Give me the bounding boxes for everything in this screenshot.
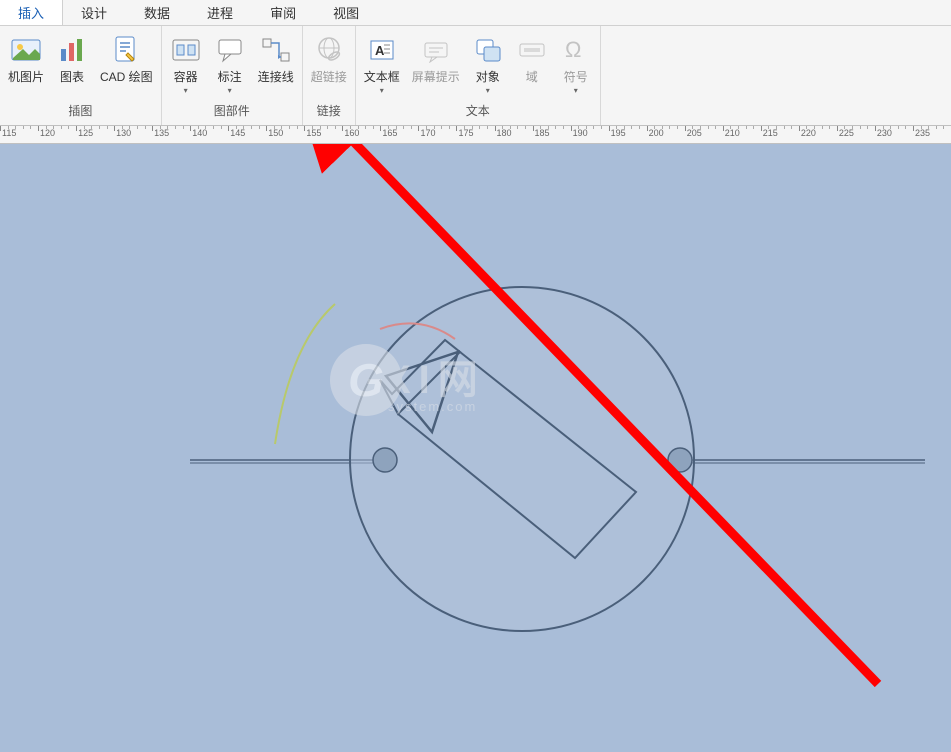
- ruler-tick: 120: [38, 126, 76, 144]
- callout-icon: [214, 34, 246, 66]
- chevron-down-icon: ▾: [486, 86, 490, 95]
- connector-icon: [260, 34, 292, 66]
- cad-icon: [110, 34, 142, 66]
- ruler-tick: 225: [837, 126, 875, 144]
- insert-image-label: 机图片: [8, 70, 44, 84]
- svg-text:Ω: Ω: [565, 37, 581, 62]
- insert-cad-button[interactable]: CAD 绘图: [94, 30, 159, 88]
- connector-label: 连接线: [258, 70, 294, 84]
- field-label: 域: [526, 70, 538, 84]
- ruler-tick: 180: [495, 126, 533, 144]
- field-icon: [516, 34, 548, 66]
- image-icon: [10, 34, 42, 66]
- screentip-icon: [420, 34, 452, 66]
- ruler-tick: 210: [723, 126, 761, 144]
- insert-chart-label: 图表: [60, 70, 84, 84]
- symbol-icon: Ω: [560, 34, 592, 66]
- ribbon-group-links: 超链接 链接: [303, 26, 356, 125]
- tab-review[interactable]: 审阅: [252, 0, 315, 25]
- ruler-tick: 130: [114, 126, 152, 144]
- chevron-down-icon: ▾: [184, 86, 188, 95]
- ruler-tick: 165: [380, 126, 418, 144]
- insert-cad-label: CAD 绘图: [100, 70, 153, 84]
- chevron-down-icon: ▾: [380, 86, 384, 95]
- ruler-tick: 185: [533, 126, 571, 144]
- ruler-tick: 220: [799, 126, 837, 144]
- field-button[interactable]: 域: [510, 30, 554, 88]
- callout-label: 标注: [218, 70, 242, 84]
- ruler-tick: 230: [875, 126, 913, 144]
- ruler-tick: 140: [190, 126, 228, 144]
- ruler-tick: 235: [913, 126, 951, 144]
- hyperlink-icon: [313, 34, 345, 66]
- hyperlink-button[interactable]: 超链接: [305, 30, 353, 88]
- ruler-tick: 175: [456, 126, 494, 144]
- group-label-illustration: 插图: [68, 100, 92, 123]
- screentip-button[interactable]: 屏幕提示: [406, 30, 466, 88]
- callout-button[interactable]: 标注 ▾: [208, 30, 252, 99]
- svg-text:A: A: [375, 43, 385, 58]
- connector-button[interactable]: 连接线: [252, 30, 300, 88]
- symbol-label: 符号: [564, 70, 588, 84]
- container-button[interactable]: 容器 ▾: [164, 30, 208, 99]
- ruler-tick: 135: [152, 126, 190, 144]
- insert-chart-button[interactable]: 图表: [50, 30, 94, 88]
- object-icon: [472, 34, 504, 66]
- textbox-icon: A: [366, 34, 398, 66]
- tab-process[interactable]: 进程: [189, 0, 252, 25]
- container-icon: [170, 34, 202, 66]
- ribbon: 机图片 图表 CAD 绘图 插图 容器: [0, 26, 951, 126]
- ruler-tick: 200: [647, 126, 685, 144]
- chevron-down-icon: ▾: [574, 86, 578, 95]
- group-label-diagram-parts: 图部件: [214, 100, 250, 123]
- ruler-tick: 150: [266, 126, 304, 144]
- chart-icon: [56, 34, 88, 66]
- horizontal-ruler: 1151201251301351401451501551601651701751…: [0, 126, 951, 144]
- ruler-tick: 205: [685, 126, 723, 144]
- ribbon-tabs: 插入 设计 数据 进程 审阅 视图: [0, 0, 951, 26]
- object-button[interactable]: 对象 ▾: [466, 30, 510, 99]
- ruler-tick: 215: [761, 126, 799, 144]
- ruler-tick: 195: [609, 126, 647, 144]
- textbox-label: 文本框: [364, 70, 400, 84]
- ruler-tick: 170: [418, 126, 456, 144]
- ruler-tick: 125: [76, 126, 114, 144]
- chevron-down-icon: ▾: [228, 86, 232, 95]
- ribbon-group-illustration: 机图片 图表 CAD 绘图 插图: [0, 26, 162, 125]
- ruler-tick: 115: [0, 126, 38, 144]
- ribbon-group-diagram-parts: 容器 ▾ 标注 ▾ 连接线 图部件: [162, 26, 303, 125]
- tab-view[interactable]: 视图: [315, 0, 378, 25]
- canvas-drawing: [0, 144, 951, 752]
- screentip-label: 屏幕提示: [412, 70, 460, 84]
- hyperlink-label: 超链接: [311, 70, 347, 84]
- tab-design[interactable]: 设计: [63, 0, 126, 25]
- drawing-canvas[interactable]: G XI网 system.com: [0, 144, 951, 752]
- tab-data[interactable]: 数据: [126, 0, 189, 25]
- tab-insert[interactable]: 插入: [0, 0, 63, 25]
- symbol-button[interactable]: Ω 符号 ▾: [554, 30, 598, 99]
- container-label: 容器: [174, 70, 198, 84]
- ruler-tick: 145: [228, 126, 266, 144]
- ruler-tick: 190: [571, 126, 609, 144]
- ribbon-group-text: A 文本框 ▾ 屏幕提示 对象 ▾: [356, 26, 601, 125]
- group-label-links: 链接: [317, 100, 341, 123]
- group-label-text: 文本: [466, 100, 490, 123]
- ruler-tick: 160: [342, 126, 380, 144]
- object-label: 对象: [476, 70, 500, 84]
- insert-image-button[interactable]: 机图片: [2, 30, 50, 88]
- textbox-button[interactable]: A 文本框 ▾: [358, 30, 406, 99]
- ruler-tick: 155: [304, 126, 342, 144]
